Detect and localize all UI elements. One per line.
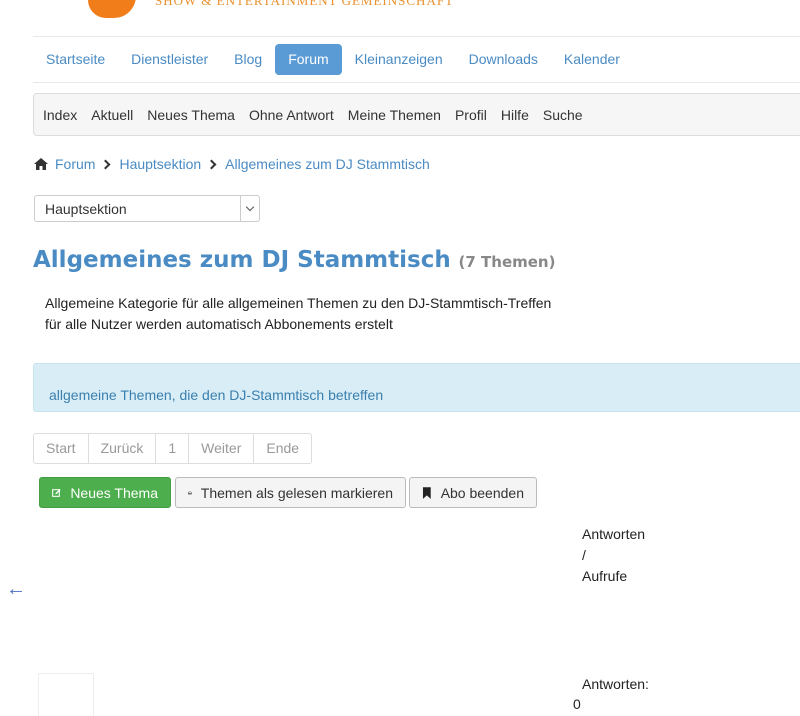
nav-blog[interactable]: Blog bbox=[221, 44, 275, 75]
page-title: Allgemeines zum DJ Stammtisch (7 Themen) bbox=[33, 242, 555, 274]
divider bbox=[33, 82, 800, 83]
chevron-right-icon bbox=[206, 159, 217, 169]
breadcrumb: Forum Hauptsektion Allgemeines zum DJ St… bbox=[33, 156, 430, 172]
forum-title: Allgemeines zum DJ Stammtisch bbox=[33, 247, 451, 273]
description-line: für alle Nutzer werden automatisch Abbon… bbox=[45, 316, 393, 332]
info-box-text: allgemeine Themen, die den DJ-Stammtisch… bbox=[49, 387, 384, 403]
page-next[interactable]: Weiter bbox=[188, 433, 255, 464]
subnav-ohne-antwort[interactable]: Ohne Antwort bbox=[243, 107, 342, 123]
subnav-aktuell[interactable]: Aktuell bbox=[85, 107, 141, 123]
pagination: Start Zurück 1 Weiter Ende bbox=[33, 433, 313, 464]
subnav-neues-thema[interactable]: Neues Thema bbox=[141, 107, 243, 123]
replies-label: Antworten: bbox=[582, 676, 649, 692]
header-line: / bbox=[582, 547, 586, 563]
info-box: allgemeine Themen, die den DJ-Stammtisch… bbox=[33, 363, 800, 412]
subnav-profil[interactable]: Profil bbox=[449, 107, 495, 123]
forum-description: Allgemeine Kategorie für alle allgemeine… bbox=[45, 293, 551, 335]
unsubscribe-button[interactable]: Abo beenden bbox=[409, 477, 537, 508]
bookmark-icon bbox=[422, 486, 431, 499]
topic-row-cell bbox=[38, 673, 94, 716]
breadcrumb-forum[interactable]: Forum bbox=[55, 156, 95, 172]
subnav-index[interactable]: Index bbox=[37, 107, 85, 123]
breadcrumb-hauptsektion[interactable]: Hauptsektion bbox=[119, 156, 201, 172]
section-select-value: Hauptsektion bbox=[45, 201, 127, 217]
new-topic-button[interactable]: Neues Thema bbox=[39, 477, 171, 508]
nav-kleinanzeigen[interactable]: Kleinanzeigen bbox=[342, 44, 456, 75]
replies-value: 0 bbox=[573, 696, 581, 712]
inbox-icon bbox=[188, 491, 192, 494]
forum-subnav: Index Aktuell Neues Thema Ohne Antwort M… bbox=[33, 93, 800, 136]
topic-count: (7 Themen) bbox=[458, 253, 556, 271]
nav-forum[interactable]: Forum bbox=[275, 44, 342, 75]
section-select[interactable]: Hauptsektion bbox=[34, 195, 260, 222]
main-navigation: Startseite Dienstleister Blog Forum Klei… bbox=[33, 44, 633, 75]
page-start[interactable]: Start bbox=[33, 433, 89, 464]
home-icon[interactable] bbox=[33, 157, 49, 171]
nav-dienstleister[interactable]: Dienstleister bbox=[118, 44, 221, 75]
subnav-hilfe[interactable]: Hilfe bbox=[495, 107, 537, 123]
subnav-meine-themen[interactable]: Meine Themen bbox=[342, 107, 449, 123]
header-line: Antworten bbox=[582, 526, 646, 542]
header-line: Aufrufe bbox=[582, 568, 628, 584]
logo-graphic bbox=[88, 0, 136, 18]
chevron-down-icon bbox=[240, 196, 259, 221]
replies-views-header: Antworten / Aufrufe bbox=[582, 524, 645, 587]
nav-downloads[interactable]: Downloads bbox=[456, 44, 551, 75]
unsubscribe-label: Abo beenden bbox=[440, 484, 524, 501]
breadcrumb-current[interactable]: Allgemeines zum DJ Stammtisch bbox=[225, 156, 430, 172]
description-line: Allgemeine Kategorie für alle allgemeine… bbox=[45, 295, 552, 311]
mark-read-label: Themen als gelesen markieren bbox=[200, 484, 393, 501]
new-topic-label: Neues Thema bbox=[70, 484, 158, 501]
site-logo[interactable]: SHOW & ENTERTAINMENT GEMEINSCHAFT bbox=[0, 0, 800, 30]
divider bbox=[33, 36, 800, 37]
nav-kalender[interactable]: Kalender bbox=[551, 44, 633, 75]
edit-icon bbox=[52, 488, 61, 497]
page-prev[interactable]: Zurück bbox=[87, 433, 157, 464]
chevron-right-icon bbox=[101, 159, 111, 169]
nav-startseite[interactable]: Startseite bbox=[33, 44, 118, 75]
page-number[interactable]: 1 bbox=[155, 433, 190, 464]
back-arrow-icon[interactable]: ← bbox=[6, 578, 26, 601]
page-end[interactable]: Ende bbox=[253, 433, 313, 464]
subnav-suche[interactable]: Suche bbox=[537, 107, 591, 123]
logo-text: SHOW & ENTERTAINMENT GEMEINSCHAFT bbox=[155, 0, 454, 8]
mark-read-button[interactable]: Themen als gelesen markieren bbox=[175, 477, 406, 508]
